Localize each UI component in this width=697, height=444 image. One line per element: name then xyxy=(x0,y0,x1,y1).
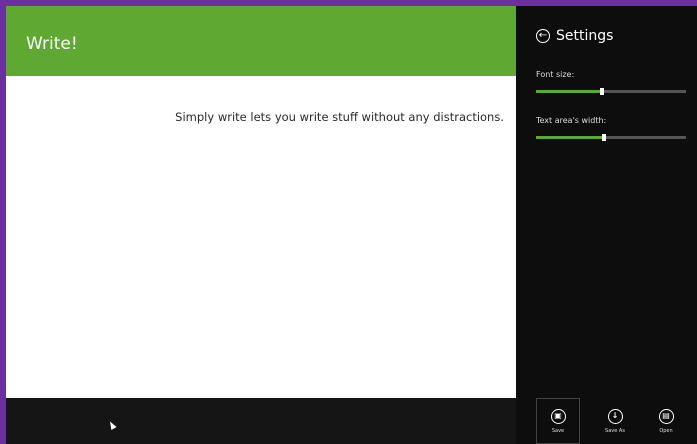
font-size-slider[interactable] xyxy=(536,88,686,95)
font-size-slider-fill xyxy=(536,90,602,93)
text-editor-area[interactable]: Simply write lets you write stuff withou… xyxy=(6,76,516,398)
save-as-icon: ↓ xyxy=(607,408,623,424)
open-label: Open xyxy=(659,427,673,434)
settings-pane: ← Settings Font size: Text area's width:… xyxy=(516,6,697,444)
mouse-cursor-icon xyxy=(107,420,117,430)
font-size-slider-thumb[interactable] xyxy=(600,88,604,95)
font-size-label: Font size: xyxy=(536,70,575,79)
open-button[interactable]: ▤ Open xyxy=(644,398,688,444)
text-area-width-slider[interactable] xyxy=(536,134,686,141)
settings-title: Settings xyxy=(556,28,614,44)
command-bar: ▣ Save ↓ Save As ▤ Open xyxy=(516,398,697,444)
text-area-width-slider-thumb[interactable] xyxy=(602,134,606,141)
app-title: Write! xyxy=(26,34,78,54)
save-as-button[interactable]: ↓ Save As xyxy=(593,398,637,444)
save-button[interactable]: ▣ Save xyxy=(536,398,580,444)
app-window: Write! Simply write lets you write stuff… xyxy=(6,6,516,444)
save-label: Save xyxy=(551,427,565,434)
app-header: Write! xyxy=(6,6,516,76)
editor-content[interactable]: Simply write lets you write stuff withou… xyxy=(175,110,504,124)
back-arrow-icon: ← xyxy=(536,29,550,43)
save-icon: ▣ xyxy=(550,408,566,424)
text-area-width-label: Text area's width: xyxy=(536,116,607,125)
text-area-width-slider-fill xyxy=(536,136,604,139)
open-icon: ▤ xyxy=(658,408,674,424)
bottom-app-bar xyxy=(6,398,516,444)
settings-back-button[interactable]: ← Settings xyxy=(536,28,613,44)
save-as-label: Save As xyxy=(605,427,625,434)
